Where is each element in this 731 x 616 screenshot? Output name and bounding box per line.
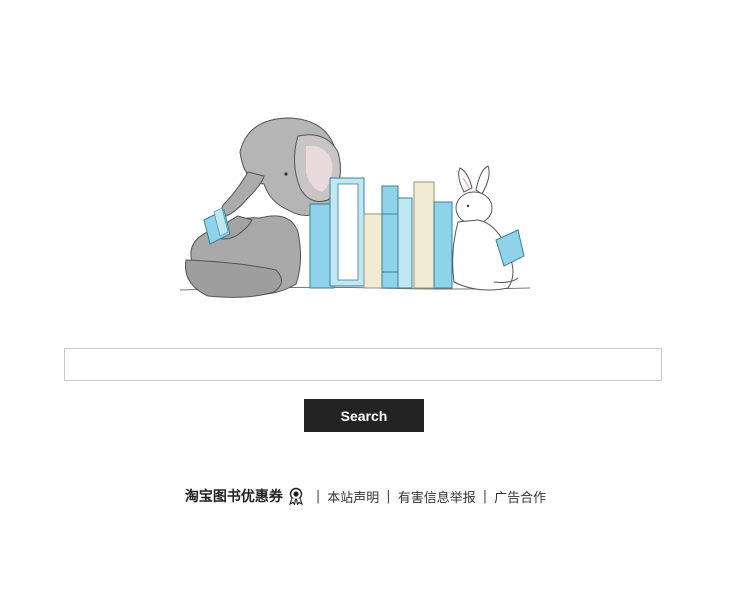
search-button[interactable]: Search xyxy=(304,399,424,432)
brand-link[interactable]: 淘宝图书优惠券 xyxy=(185,486,283,506)
footer-link-disclaimer[interactable]: 本站声明 xyxy=(327,487,379,506)
bunny-figure xyxy=(452,165,525,291)
footer-separator: | xyxy=(482,488,488,504)
footer-link-report[interactable]: 有害信息举报 xyxy=(398,487,476,506)
footer-separator: | xyxy=(386,488,391,504)
footer-separator: | xyxy=(315,488,321,504)
footer: 淘宝图书优惠券 | 本站声明 | 有害信息举报 | 广告合作 xyxy=(0,484,731,508)
search-input[interactable] xyxy=(64,348,662,381)
footer-link-advertising[interactable]: 广告合作 xyxy=(494,487,546,506)
books-row xyxy=(309,177,453,289)
hero-illustration xyxy=(179,117,531,298)
ribbon-award-icon xyxy=(288,487,303,505)
page: Search 淘宝图书优惠券 | 本站声明 | 有害信息举报 | 广告合作 xyxy=(0,0,731,616)
